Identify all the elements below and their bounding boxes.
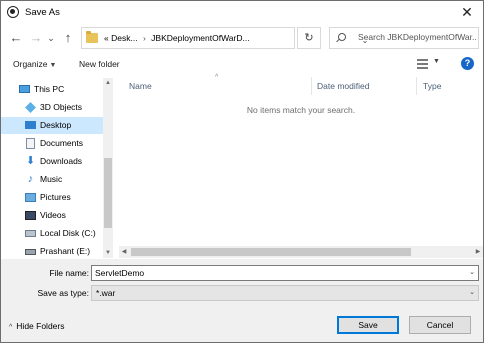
local-disk-icon — [25, 230, 36, 237]
file-name-combobox[interactable]: ⌄ — [91, 265, 479, 281]
save-options: File name: ⌄ Save as type: *.war ⌄ — [1, 259, 483, 307]
save-as-type-value: *.war — [96, 288, 116, 298]
cancel-button[interactable]: Cancel — [409, 316, 471, 334]
search-input[interactable] — [358, 32, 476, 42]
breadcrumb: « Desk... › JBKDeploymentOfWarD... — [104, 33, 250, 43]
save-as-type-select[interactable]: *.war ⌄ — [91, 285, 479, 301]
up-arrow-icon[interactable]: ↑ — [59, 29, 77, 47]
tree-item-this-pc[interactable]: This PC — [1, 81, 103, 98]
title-bar: Save As ✕ — [1, 1, 483, 24]
folder-icon — [86, 31, 98, 43]
sort-ascending-icon: ^ — [215, 74, 219, 81]
refresh-button[interactable]: ↻ — [297, 27, 321, 49]
scroll-left-icon[interactable]: ◀ — [119, 246, 129, 258]
search-icon — [338, 33, 346, 41]
tree-item-label: Prashant (E:) — [40, 246, 91, 256]
navigation-pane-scrollbar[interactable]: ▲ ▼ — [103, 78, 113, 258]
file-list: ^ Name Date modified Type No items match… — [119, 74, 483, 259]
recent-locations-chevron-icon[interactable]: ⌄ — [45, 29, 57, 47]
scroll-down-icon[interactable]: ▼ — [103, 248, 113, 258]
pictures-icon — [25, 193, 36, 202]
tree-item-pictures[interactable]: Pictures — [1, 189, 103, 206]
save-as-dialog: Save As ✕ ← → ⌄ ↑ « Desk... › JBKDeploym… — [0, 0, 484, 343]
breadcrumb-separator-icon: › — [142, 33, 146, 43]
column-header-type[interactable]: Type — [423, 77, 441, 95]
breadcrumb-overflow[interactable]: « — [104, 33, 109, 43]
window-title: Save As — [25, 7, 60, 18]
hide-folders-label: Hide Folders — [16, 321, 65, 331]
forward-arrow-icon[interactable]: → — [27, 29, 45, 47]
tree-item-music[interactable]: ♪ Music — [1, 171, 103, 188]
app-icon — [7, 6, 19, 18]
column-header-name[interactable]: Name — [129, 77, 152, 95]
tree-item-videos[interactable]: Videos — [1, 207, 103, 224]
breadcrumb-item-current[interactable]: JBKDeploymentOfWarD... — [151, 33, 249, 43]
address-bar[interactable]: « Desk... › JBKDeploymentOfWarD... ⌄ — [81, 27, 368, 49]
pc-icon — [19, 85, 30, 93]
chevron-down-icon[interactable]: ⌄ — [469, 268, 475, 276]
tree-item-documents[interactable]: Documents — [1, 135, 103, 152]
file-name-input[interactable] — [95, 268, 463, 278]
downloads-icon: ⬇ — [25, 155, 36, 167]
3d-objects-icon — [25, 102, 36, 113]
tree-item-local-disk-c[interactable]: Local Disk (C:) — [1, 225, 103, 242]
tree-item-label: Pictures — [40, 192, 71, 202]
scroll-up-icon[interactable]: ▲ — [103, 78, 113, 88]
back-arrow-icon[interactable]: ← — [7, 29, 25, 47]
hide-folders-toggle[interactable]: ^ Hide Folders — [9, 321, 64, 331]
navigation-pane: This PC 3D Objects Desktop Documents ⬇ D… — [1, 78, 113, 258]
organize-menu[interactable]: Organize ▼ — [13, 59, 56, 69]
tree-item-label: Local Disk (C:) — [40, 228, 96, 238]
view-options-icon[interactable] — [417, 59, 428, 69]
save-as-type-label: Save as type: — [37, 288, 89, 298]
chevron-down-icon[interactable]: ⌄ — [469, 288, 475, 296]
column-divider[interactable] — [416, 77, 417, 95]
tree-item-desktop[interactable]: Desktop — [1, 117, 103, 134]
close-icon[interactable]: ✕ — [459, 4, 475, 20]
music-icon: ♪ — [27, 173, 34, 185]
chevron-up-icon: ^ — [9, 324, 13, 331]
help-icon[interactable]: ? — [461, 57, 474, 70]
tree-item-prashant-e[interactable]: Prashant (E:) — [1, 243, 103, 258]
tree-item-label: Music — [40, 174, 63, 184]
tree-item-3d-objects[interactable]: 3D Objects — [1, 99, 103, 116]
scrollbar-thumb[interactable] — [131, 248, 411, 256]
tree-item-label: Videos — [40, 210, 66, 220]
file-name-label: File name: — [49, 268, 89, 278]
view-caret-icon[interactable]: ▼ — [433, 58, 440, 65]
tree-item-label: Downloads — [40, 156, 83, 166]
desktop-icon — [25, 121, 36, 129]
caret-down-icon: ▼ — [49, 62, 57, 69]
empty-state-message: No items match your search. — [246, 105, 356, 115]
organize-label: Organize — [13, 59, 48, 69]
save-button[interactable]: Save — [337, 316, 399, 334]
column-divider[interactable] — [311, 77, 312, 95]
videos-icon — [25, 211, 36, 220]
navigation-bar: ← → ⌄ ↑ « Desk... › JBKDeploymentOfWarD.… — [1, 24, 483, 52]
drive-icon — [25, 249, 36, 255]
tree-item-label: This PC — [34, 84, 65, 94]
tree-item-downloads[interactable]: ⬇ Downloads — [1, 153, 103, 170]
breadcrumb-item-desktop[interactable]: Desk... — [111, 33, 137, 43]
command-bar: Organize ▼ New folder ▼ ? — [1, 52, 483, 76]
documents-icon — [26, 138, 35, 149]
file-list-horizontal-scrollbar[interactable]: ◀ ▶ — [119, 246, 483, 258]
tree-item-label: Desktop — [40, 120, 72, 130]
column-header-date-modified[interactable]: Date modified — [317, 77, 369, 95]
new-folder-button[interactable]: New folder — [79, 59, 120, 69]
dialog-footer: ^ Hide Folders Save Cancel — [1, 307, 483, 342]
tree-item-label: 3D Objects — [40, 102, 83, 112]
search-box[interactable] — [329, 27, 479, 49]
scroll-right-icon[interactable]: ▶ — [473, 246, 483, 258]
tree-item-label: Documents — [40, 138, 83, 148]
scrollbar-thumb[interactable] — [104, 158, 112, 228]
